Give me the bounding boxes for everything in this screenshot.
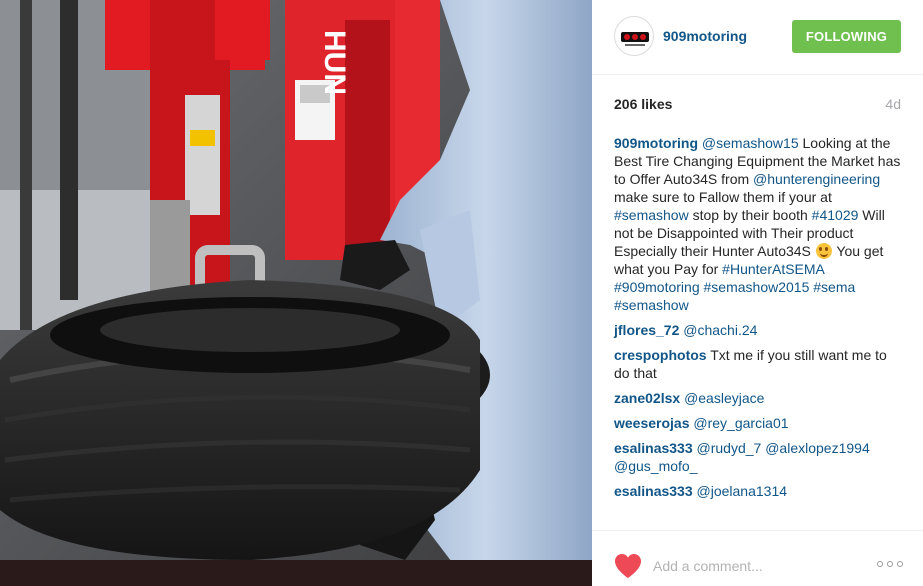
comment-author-link[interactable]: weeserojas xyxy=(614,415,690,431)
post-footer xyxy=(592,530,923,586)
comment-item: weeserojas @rey_garcia01 xyxy=(614,414,904,432)
comment-item: crespophotos Txt me if you still want me… xyxy=(614,346,904,382)
post-header: 909motoring FOLLOWING xyxy=(592,0,923,75)
caption-author-link[interactable]: 909motoring xyxy=(614,135,698,151)
comments-list: 909motoring @semashow15 Looking at the B… xyxy=(614,134,904,507)
smiling-face-emoji-icon xyxy=(815,243,832,259)
more-dot xyxy=(877,561,883,567)
more-options-icon[interactable] xyxy=(877,559,903,569)
post-time[interactable]: 4d xyxy=(885,96,901,112)
hashtag-link[interactable]: #semashow xyxy=(614,207,689,223)
comment-item: zane02lsx @easleyjace xyxy=(614,389,904,407)
hashtag-link[interactable]: #HunterAtSEMA xyxy=(722,261,824,277)
comment-item: esalinas333 @rudyd_7 @alexlopez1994 @gus… xyxy=(614,439,904,475)
comment-author-link[interactable]: zane02lsx xyxy=(614,390,680,406)
mention-link[interactable]: @alexlopez1994 xyxy=(765,440,870,456)
avatar-graphic xyxy=(621,32,649,46)
mention-link[interactable]: @chachi.24 xyxy=(683,322,757,338)
comment-author-link[interactable]: jflores_72 xyxy=(614,322,679,338)
hashtag-link[interactable]: #semashow2015 xyxy=(704,279,810,295)
hashtag-link[interactable]: #semashow xyxy=(614,297,689,313)
likes-count[interactable]: 206 likes xyxy=(614,96,672,112)
more-dot xyxy=(887,561,893,567)
mention-link[interactable]: @rudyd_7 xyxy=(697,440,762,456)
following-button[interactable]: FOLLOWING xyxy=(792,20,901,53)
video-frame: HUN xyxy=(0,0,592,586)
hashtag-link[interactable]: #sema xyxy=(813,279,855,295)
machine-brand-text: HUN xyxy=(318,30,351,95)
comment-item: jflores_72 @chachi.24 xyxy=(614,321,904,339)
post-meta: 206 likes 4d xyxy=(614,96,901,116)
heart-icon[interactable] xyxy=(614,553,642,579)
caption-text: stop by their booth xyxy=(688,207,812,223)
post-details-panel: 909motoring FOLLOWING 206 likes 4d 909mo… xyxy=(592,0,923,586)
mention-link[interactable]: @semashow15 xyxy=(702,135,799,151)
mention-link[interactable]: @hunterengineering xyxy=(753,171,880,187)
profile-logo-icon[interactable] xyxy=(614,16,654,56)
header-username-link[interactable]: 909motoring xyxy=(663,28,747,44)
post-video[interactable]: HUN xyxy=(0,0,592,586)
mention-link[interactable]: @gus_mofo_ xyxy=(614,458,697,474)
comment-author-link[interactable]: esalinas333 xyxy=(614,440,693,456)
comment-author-link[interactable]: crespophotos xyxy=(614,347,707,363)
hashtag-link[interactable]: #41029 xyxy=(812,207,859,223)
caption: 909motoring @semashow15 Looking at the B… xyxy=(614,134,904,314)
hashtag-link[interactable]: #909motoring xyxy=(614,279,700,295)
caption-text: make sure to Fallow them if your at xyxy=(614,189,832,205)
mention-link[interactable]: @easleyjace xyxy=(684,390,764,406)
comment-item: esalinas333 @joelana1314 xyxy=(614,482,904,500)
more-dot xyxy=(897,561,903,567)
mention-link[interactable]: @joelana1314 xyxy=(697,483,788,499)
add-comment-input[interactable] xyxy=(653,555,853,577)
mention-link[interactable]: @rey_garcia01 xyxy=(693,415,788,431)
comment-author-link[interactable]: esalinas333 xyxy=(614,483,693,499)
